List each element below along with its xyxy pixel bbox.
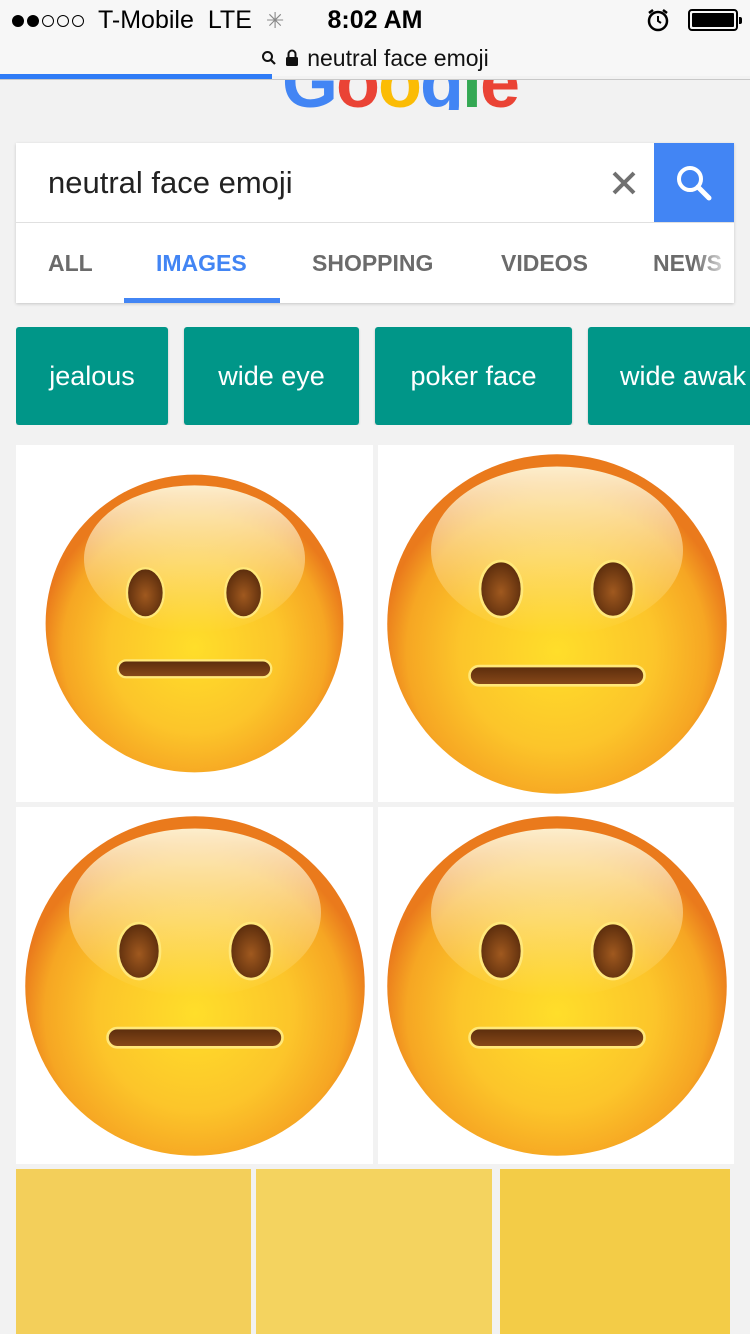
tab-videos[interactable]: VIDEOS	[501, 223, 588, 303]
search-tabs: ALL IMAGES SHOPPING VIDEOS NEWS	[16, 223, 734, 303]
google-logo: Google	[0, 80, 750, 110]
neutral-face-emoji-image	[44, 473, 345, 774]
lock-icon	[286, 49, 299, 66]
image-result[interactable]	[378, 807, 734, 1164]
chip-wide-awake[interactable]: wide awak	[588, 327, 750, 425]
image-result[interactable]	[16, 807, 373, 1164]
image-result[interactable]	[256, 1169, 492, 1334]
chip-jealous[interactable]: jealous	[16, 327, 168, 425]
search-card: ALL IMAGES SHOPPING VIDEOS NEWS	[16, 143, 734, 303]
neutral-face-emoji-image	[385, 452, 729, 796]
clear-search-button[interactable]	[602, 161, 646, 205]
close-icon	[612, 171, 636, 195]
image-result[interactable]	[378, 445, 734, 802]
clock: 8:02 AM	[327, 6, 423, 34]
neutral-face-emoji-image	[385, 814, 729, 1158]
chip-poker-face[interactable]: poker face	[375, 327, 572, 425]
url-text: neutral face emoji	[307, 44, 489, 71]
neutral-face-emoji-image	[23, 814, 367, 1158]
tab-all[interactable]: ALL	[48, 223, 93, 303]
search-input[interactable]	[16, 143, 654, 222]
related-searches: jealous wide eye poker face wide awak	[16, 327, 750, 425]
screen: T-Mobile LTE ✳ 8:02 AM neutral face emoj…	[0, 0, 750, 1334]
tab-shopping[interactable]: SHOPPING	[312, 223, 433, 303]
image-result[interactable]	[16, 1169, 251, 1334]
search-button[interactable]	[654, 143, 734, 222]
search-icon	[677, 165, 712, 200]
active-tab-indicator	[124, 298, 280, 303]
alarm-icon	[647, 9, 669, 32]
tab-images[interactable]: IMAGES	[156, 223, 247, 303]
image-result[interactable]	[16, 445, 373, 802]
image-result[interactable]	[500, 1169, 730, 1334]
chip-wide-eye[interactable]: wide eye	[184, 327, 359, 425]
address-bar[interactable]: neutral face emoji	[0, 40, 750, 76]
battery-icon	[688, 9, 742, 31]
tabs-fade	[694, 223, 734, 303]
search-icon	[262, 51, 276, 65]
status-bar: T-Mobile LTE ✳ 8:02 AM	[0, 0, 750, 40]
